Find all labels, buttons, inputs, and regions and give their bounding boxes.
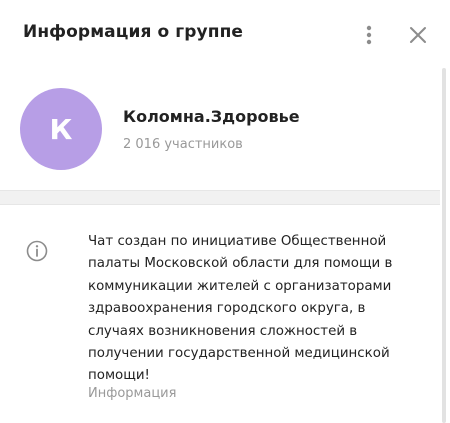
close-icon [410, 27, 426, 43]
description-caption: Информация [88, 386, 177, 401]
group-description: Чат создан по инициативе Общественной па… [88, 234, 393, 384]
group-avatar[interactable]: К [20, 88, 102, 170]
scrollbar[interactable] [442, 68, 446, 423]
group-profile: К Коломна.Здоровье 2 016 участников [0, 68, 440, 188]
dialog-header: Информация о группе [0, 0, 450, 68]
dialog-title: Информация о группе [23, 22, 244, 42]
close-button[interactable] [405, 22, 431, 48]
group-info-section: Чат создан по инициативе Общественной па… [0, 205, 440, 423]
section-divider [0, 190, 440, 205]
more-vertical-icon [366, 25, 372, 45]
more-options-button[interactable] [357, 22, 381, 48]
members-count[interactable]: 2 016 участников [123, 137, 243, 152]
group-name: Коломна.Здоровье [123, 107, 300, 126]
info-icon [25, 239, 49, 263]
